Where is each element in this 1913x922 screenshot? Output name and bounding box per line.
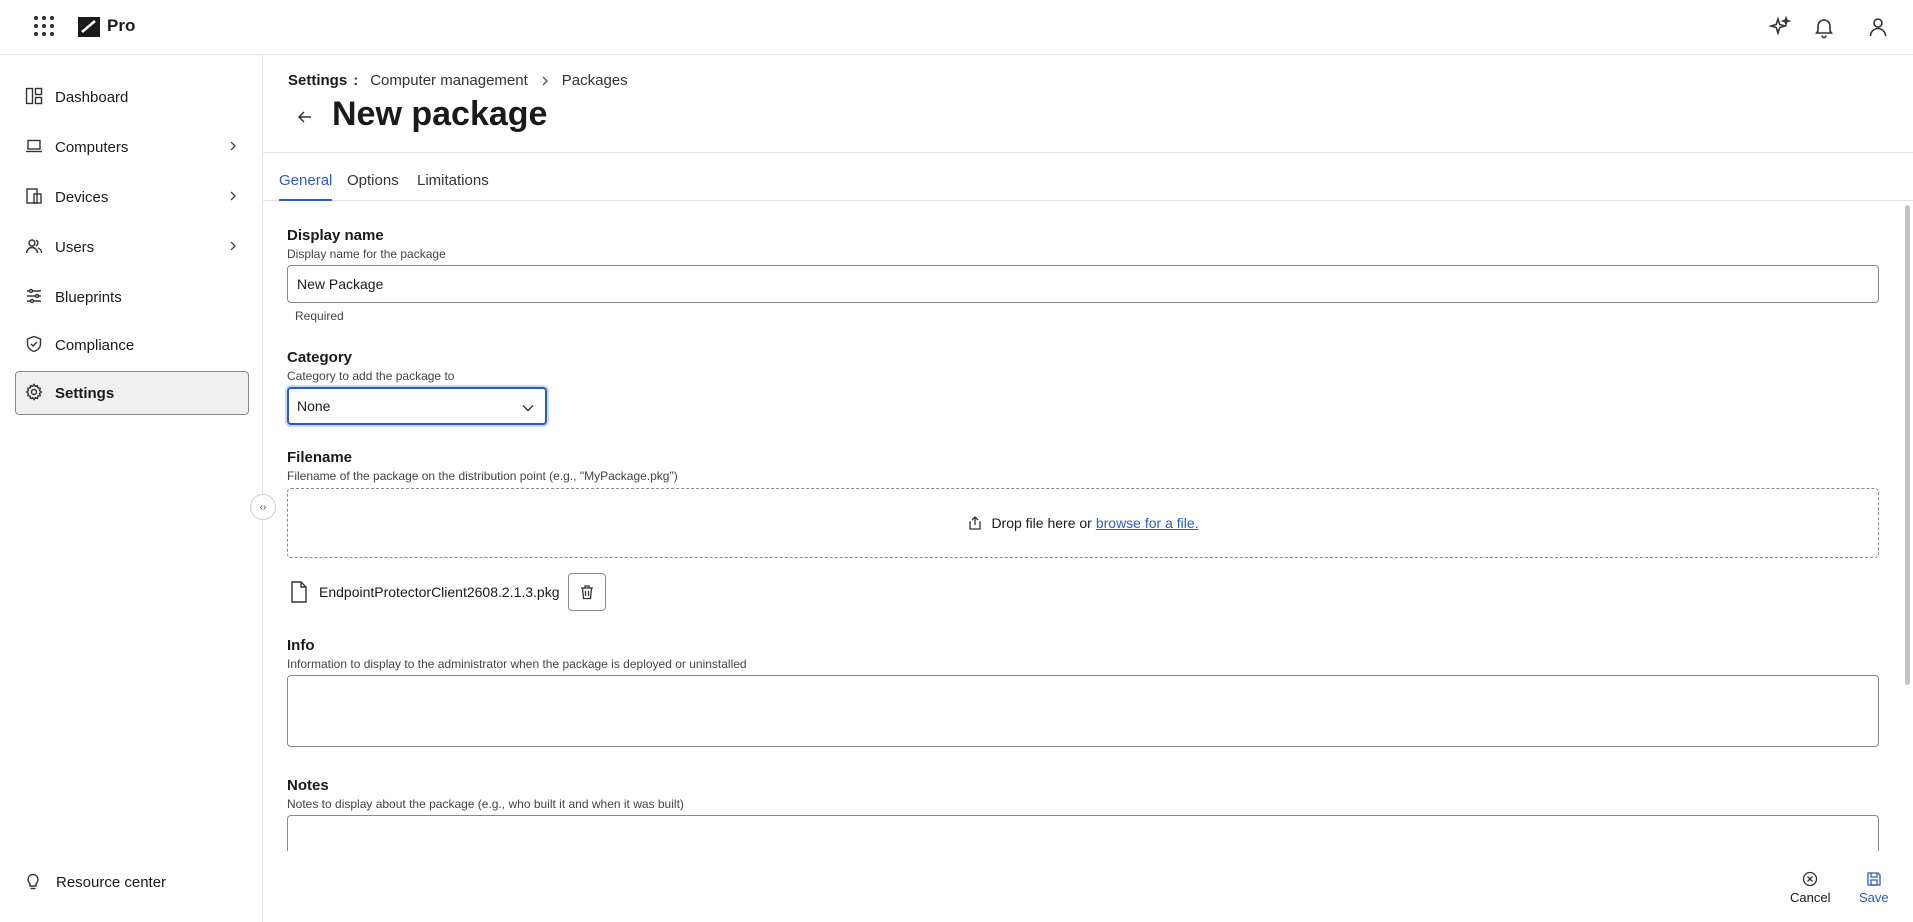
uploaded-file-name: EndpointProtectorClient2608.2.1.3.pkg bbox=[319, 584, 560, 600]
lightbulb-icon bbox=[27, 873, 39, 890]
chevron-right-icon bbox=[542, 76, 548, 85]
notes-description: Notes to display about the package (e.g.… bbox=[287, 797, 684, 811]
sidebar-item-label: Computers bbox=[55, 138, 129, 156]
sidebar-item-label: Dashboard bbox=[55, 88, 129, 106]
breadcrumb-root[interactable]: Settings bbox=[288, 72, 347, 89]
close-circle-icon bbox=[1803, 871, 1818, 887]
info-description: Information to display to the administra… bbox=[287, 657, 747, 671]
breadcrumb-separator: : bbox=[353, 72, 359, 89]
breadcrumb-item[interactable]: Computer management bbox=[370, 72, 528, 89]
sidebar-item-compliance[interactable]: Compliance bbox=[15, 323, 249, 367]
resource-center-link[interactable]: Resource center bbox=[24, 873, 166, 891]
browse-file-link[interactable]: browse for a file. bbox=[1096, 515, 1199, 531]
sidebar-item-label: Users bbox=[55, 238, 95, 256]
page-header: Settings : Computer management Packages … bbox=[263, 55, 1913, 153]
devices-icon bbox=[26, 188, 42, 204]
save-icon bbox=[1867, 872, 1881, 886]
bell-icon[interactable] bbox=[1812, 15, 1836, 39]
sidebar-item-blueprints[interactable]: Blueprints bbox=[15, 275, 249, 319]
code-arrows-icon: ‹› bbox=[259, 501, 267, 513]
shield-check-icon bbox=[26, 335, 42, 353]
scrollbar-thumb[interactable] bbox=[1905, 205, 1910, 685]
display-name-label: Display name bbox=[287, 227, 384, 244]
sidebar-item-label: Compliance bbox=[55, 336, 135, 354]
chevron-right-icon bbox=[230, 141, 236, 151]
back-arrow-icon[interactable] bbox=[295, 107, 315, 127]
save-button[interactable]: Save bbox=[1859, 871, 1889, 905]
sparkle-ai-icon[interactable] bbox=[1768, 15, 1792, 39]
sidebar-collapse-toggle[interactable]: ‹› bbox=[250, 494, 276, 520]
logo-icon bbox=[78, 17, 100, 37]
category-description: Category to add the package to bbox=[287, 369, 455, 383]
page-title: New package bbox=[332, 95, 548, 133]
laptop-icon bbox=[26, 139, 42, 153]
package-form: Display name Display name for the packag… bbox=[263, 201, 1913, 851]
tab-general[interactable]: General bbox=[279, 153, 333, 201]
sidebar-item-label: Blueprints bbox=[55, 288, 122, 306]
chevron-right-icon bbox=[230, 241, 236, 251]
notes-textarea[interactable] bbox=[287, 815, 1879, 851]
save-label: Save bbox=[1859, 890, 1889, 905]
cancel-button[interactable]: Cancel bbox=[1790, 871, 1830, 905]
uploaded-file-row: EndpointProtectorClient2608.2.1.3.pkg bbox=[287, 573, 606, 611]
upload-icon bbox=[969, 516, 982, 530]
category-select[interactable]: None bbox=[287, 387, 547, 425]
info-textarea[interactable] bbox=[287, 675, 1879, 747]
chevron-down-icon bbox=[522, 405, 534, 412]
sidebar-item-label: Settings bbox=[55, 384, 115, 402]
sidebar-item-settings[interactable]: Settings bbox=[15, 371, 249, 415]
sidebar-item-computers[interactable]: Computers bbox=[15, 125, 249, 169]
sidebar-item-users[interactable]: Users bbox=[15, 225, 249, 269]
top-bar: Pro bbox=[0, 0, 1913, 55]
display-name-description: Display name for the package bbox=[287, 247, 446, 261]
dashboard-icon bbox=[25, 87, 43, 105]
drop-text: Drop file here or bbox=[991, 515, 1092, 531]
tab-bar: General Options Limitations bbox=[263, 153, 1913, 201]
sidebar-item-label: Devices bbox=[55, 188, 109, 206]
breadcrumb: Settings : Computer management Packages bbox=[288, 72, 628, 89]
cancel-label: Cancel bbox=[1790, 890, 1831, 905]
sidebar: Dashboard Computers Devices Users Bluepr… bbox=[0, 55, 263, 922]
sliders-icon bbox=[27, 288, 41, 304]
sidebar-item-dashboard[interactable]: Dashboard bbox=[15, 75, 249, 119]
category-label: Category bbox=[287, 349, 353, 366]
trash-icon bbox=[580, 585, 593, 600]
form-scrollbar[interactable] bbox=[1902, 201, 1913, 851]
category-select-value: None bbox=[297, 398, 331, 414]
delete-file-button[interactable] bbox=[567, 573, 606, 611]
file-dropzone[interactable]: Drop file here or browse for a file. bbox=[287, 488, 1879, 558]
chevron-right-icon bbox=[230, 191, 236, 201]
display-name-input[interactable] bbox=[287, 265, 1879, 303]
action-footer: Cancel Save bbox=[263, 851, 1913, 922]
info-label: Info bbox=[287, 637, 315, 654]
display-name-helper: Required bbox=[295, 309, 344, 323]
gear-icon bbox=[25, 383, 43, 401]
resource-center-label: Resource center bbox=[56, 873, 167, 891]
filename-label: Filename bbox=[287, 449, 353, 466]
sidebar-item-devices[interactable]: Devices bbox=[15, 175, 249, 219]
file-icon bbox=[291, 581, 307, 603]
breadcrumb-item[interactable]: Packages bbox=[562, 72, 628, 89]
users-icon bbox=[25, 239, 43, 254]
brand-name: Pro bbox=[107, 16, 136, 35]
filename-description: Filename of the package on the distribut… bbox=[287, 469, 678, 483]
tab-options[interactable]: Options bbox=[347, 153, 399, 201]
apps-grid-icon[interactable] bbox=[34, 16, 56, 38]
notes-label: Notes bbox=[287, 777, 329, 794]
user-icon[interactable] bbox=[1866, 15, 1890, 39]
tab-limitations[interactable]: Limitations bbox=[417, 153, 489, 201]
